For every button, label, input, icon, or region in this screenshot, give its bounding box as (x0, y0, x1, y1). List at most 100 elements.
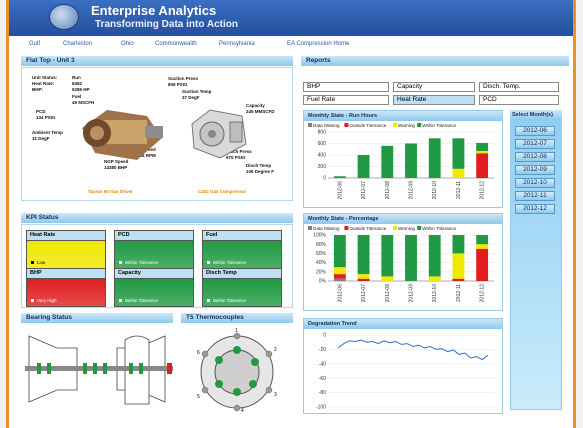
report-disch-temp-button[interactable]: Disch. Temp. (479, 82, 559, 92)
bar-segment (357, 235, 370, 275)
y-tick-label: -60 (319, 376, 326, 382)
legend-swatch (417, 123, 422, 127)
kpi-tile-bhp[interactable]: BHP Very High (26, 268, 106, 307)
kpi-tile-capacity[interactable]: Capacity Within Tolerance (114, 268, 194, 307)
y-tick-label: 40% (316, 260, 327, 266)
x-tick-label: 2012-09 (409, 181, 415, 200)
month-button-2012-10[interactable]: 2012-10 (515, 178, 555, 188)
y-tick-label: 400 (318, 153, 327, 159)
nav-link-charleston[interactable]: Charleston (63, 41, 92, 47)
kpi-title: Fuel (203, 231, 281, 241)
nav-link-pennsylvania[interactable]: Pennsylvania (219, 41, 255, 47)
ambient-reading: Ambient Temp 31 DegF (32, 130, 63, 141)
bar-segment (428, 138, 441, 178)
kpi-tile-pcd[interactable]: PCD Within Tolerance (114, 230, 194, 269)
month-button-2012-07[interactable]: 2012-07 (515, 139, 555, 149)
thermocouple-diagram: 1 2 3 4 5 6 (197, 328, 277, 412)
unit-panel-header: Flat Top - Unit 3 (21, 56, 293, 66)
report-pcd-button[interactable]: PCD (479, 95, 559, 105)
bhp-value: 5285 HP (72, 87, 90, 92)
kpi-title: PCD (115, 231, 193, 241)
pcd-reading: PCD 134 PSIG (36, 109, 56, 120)
y-tick-label: 0 (323, 176, 326, 182)
bar-segment (452, 235, 465, 254)
legend-swatch (308, 123, 312, 127)
y-tick-label: 0% (319, 279, 327, 285)
bar-segment (476, 244, 489, 249)
thermo-label: 6 (197, 350, 200, 356)
run-hours-chart: Monthly State - Run Hours Data Missing Ou… (303, 110, 503, 208)
chart-title: Monthly State - Percentage (304, 214, 502, 224)
month-button-2012-09[interactable]: 2012-09 (515, 165, 555, 175)
x-tick-label: 2012-06 (337, 284, 343, 303)
legend-label: Within Tolerance (422, 123, 456, 128)
nav-link-home[interactable]: EA Compression Home (287, 41, 349, 47)
kpi-title: BHP (27, 269, 105, 279)
legend-label: Within Tolerance (422, 226, 456, 231)
nav-link-commonwealth[interactable]: Commonwealth (155, 41, 197, 47)
month-button-2012-06[interactable]: 2012-06 (515, 126, 555, 136)
degradation-chart: Degradation Trend 0 -20 -40 -60 -80 -100 (303, 318, 503, 414)
capacity-reading: Capacity 245 MMSCFD (246, 103, 275, 114)
report-heat-rate-button[interactable]: Heat Rate (393, 95, 475, 105)
report-bhp-button[interactable]: BHP (303, 82, 389, 92)
kpi-status-dot (31, 299, 34, 302)
reports-panel-header: Reports (301, 56, 569, 66)
bar-segment (381, 235, 394, 277)
month-button-2012-11[interactable]: 2012-11 (515, 191, 555, 201)
bhp-label: BHP: (32, 87, 43, 92)
bearing-panel-header: Bearing Status (21, 313, 173, 323)
bar-segment (476, 248, 489, 281)
y-tick-label: 100% (313, 233, 326, 239)
y-tick-label: 200 (318, 164, 327, 170)
kpi-title: Heat Rate (27, 231, 105, 241)
x-tick-label: 2012-07 (361, 284, 367, 303)
x-tick-label: 2012-10 (432, 284, 438, 303)
app-subtitle: Transforming Data into Action (95, 19, 238, 30)
legend-swatch (344, 123, 349, 127)
y-tick-label: 60% (316, 251, 327, 257)
kpi-tile-disch-temp[interactable]: Disch Temp Within Tolerance (202, 268, 282, 307)
unit-status-label: Unit Status: (32, 75, 58, 80)
suction-temp-reading: Suction Temp 37 DegF (182, 89, 212, 100)
thermo-label: 1 (235, 328, 238, 334)
legend-label: Data Missing (313, 123, 340, 128)
app-header: Enterprise Analytics Transforming Data i… (9, 0, 573, 36)
bar-segment (476, 142, 489, 151)
y-tick-label: 800 (318, 130, 327, 136)
kpi-tile-heat-rate[interactable]: Heat Rate Low (26, 230, 106, 269)
degradation-svg: 0 -20 -40 -60 -80 -100 (316, 333, 494, 411)
x-tick-label: 2012-10 (432, 181, 438, 200)
bar-segment (357, 155, 370, 178)
thermo-label: 4 (241, 408, 244, 412)
unit-status-value: Run (72, 75, 81, 80)
percentage-svg: Data Missing Outside Tolerance Warning With… (308, 226, 494, 303)
nav-link-gulf[interactable]: Gulf (29, 41, 40, 47)
kpi-tile-fuel[interactable]: Fuel Within Tolerance (202, 230, 282, 269)
bar-segment (357, 274, 370, 279)
bar-segment (405, 235, 417, 281)
report-capacity-button[interactable]: Capacity (393, 82, 475, 92)
nav-link-ohio[interactable]: Ohio (121, 41, 134, 47)
legend-label: Data Missing (313, 226, 340, 231)
app-title: Enterprise Analytics (91, 3, 217, 18)
bar-segment (452, 168, 465, 178)
bar-segment (428, 276, 441, 281)
y-tick-label: -20 (319, 347, 326, 353)
nav-bar: Gulf Charleston Ohio Commonwealth Pennsy… (9, 39, 573, 51)
kpi-value: Within Tolerance (207, 298, 246, 303)
y-tick-label: 80% (316, 242, 327, 248)
company-logo (49, 4, 79, 30)
legend-swatch (344, 226, 349, 230)
y-tick-label: -80 (319, 390, 326, 396)
report-fuel-rate-button[interactable]: Fuel Rate (303, 95, 389, 105)
x-tick-label: 2012-11 (456, 284, 462, 302)
bar-segment (428, 235, 441, 277)
bar-segment (405, 143, 417, 178)
bar-segment (357, 278, 370, 281)
legend-swatch (308, 226, 312, 230)
month-button-2012-12[interactable]: 2012-12 (515, 204, 555, 214)
kpi-status-dot (119, 261, 122, 264)
month-button-2012-08[interactable]: 2012-08 (515, 152, 555, 162)
y-tick-label: 0 (323, 333, 326, 339)
